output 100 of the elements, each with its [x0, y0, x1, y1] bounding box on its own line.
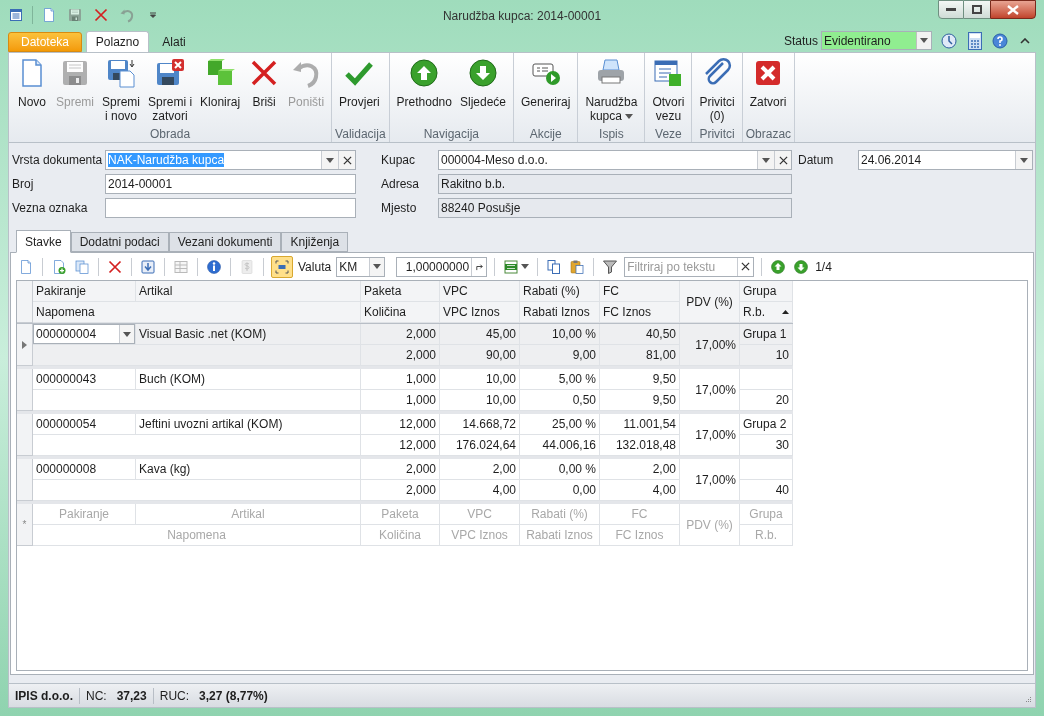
ribbon-button[interactable]: Otvori vezu — [648, 57, 689, 123]
table-cell: Visual Basic .net (KOM) — [136, 324, 361, 345]
ribbon-button[interactable]: Spremi i zatvori — [144, 57, 197, 123]
toolbar-button[interactable] — [502, 257, 531, 276]
column-header[interactable]: Rabati (%) — [520, 281, 600, 302]
table-icon — [173, 258, 189, 275]
column-header[interactable]: Grupa — [740, 281, 793, 302]
column-header[interactable]: Napomena — [33, 302, 361, 323]
table-cell: 000000054 — [33, 414, 136, 435]
group-label: Akcije — [529, 127, 562, 141]
ribbon-button[interactable]: Briši — [244, 57, 285, 109]
table-cell: 12,000 — [361, 435, 440, 456]
ribbon-button[interactable]: Sljedeće — [456, 57, 510, 109]
caret-icon — [373, 264, 382, 269]
column-header[interactable]: VPC Iznos — [440, 302, 520, 323]
ribbon-tab[interactable]: Polazno — [86, 31, 149, 52]
clipboard-icon — [569, 258, 586, 275]
toolbar-button[interactable] — [792, 257, 811, 276]
rate-field[interactable]: 1,00000000 — [396, 256, 488, 277]
column-header[interactable]: Rabati Iznos — [520, 302, 600, 323]
column-header[interactable]: VPC — [440, 281, 520, 302]
input-field[interactable]: 000004-Meso d.o.o. — [438, 150, 792, 170]
toolbar-button[interactable] — [769, 257, 788, 276]
column-header[interactable]: R.b. — [740, 302, 793, 323]
column-header[interactable]: Artikal — [136, 281, 361, 302]
table-row[interactable]: 000000008 Kava (kg) 2,000 2,000 2,00 4,00 0,00 % 0,00 2,00 4,00 17,00% 40 — [17, 459, 793, 504]
clock-button[interactable] — [941, 32, 957, 49]
column-header[interactable]: Paketa — [361, 281, 440, 302]
ribbon-button[interactable]: Narudžba kupca — [581, 57, 642, 123]
ribbon-button[interactable]: Zatvori — [745, 57, 791, 109]
help-button[interactable] — [992, 32, 1008, 49]
toolbar-button[interactable] — [205, 257, 223, 276]
input-field[interactable]: 2014-00001 — [105, 174, 356, 194]
content-tab[interactable]: Stavke — [16, 230, 71, 253]
column-header[interactable]: Pakiranje — [33, 281, 136, 302]
currency-dropdown[interactable]: KM — [336, 256, 386, 277]
content-tab[interactable]: Vezani dokumenti — [168, 232, 282, 252]
toolbar-button[interactable] — [139, 257, 157, 276]
maximize-icon — [972, 5, 982, 14]
collapse-ribbon-button[interactable] — [1020, 37, 1030, 44]
ribbon-button[interactable]: Privitci (0) — [695, 57, 739, 123]
page-icon — [18, 258, 34, 275]
table-cell: Buch (KOM) — [136, 369, 361, 390]
table-cell: 132.018,48 — [600, 435, 680, 456]
status-label: Status — [783, 32, 818, 50]
table-cell: 10,00 — [440, 369, 520, 390]
table-cell: 45,00 — [440, 324, 520, 345]
toolbar-label: Valuta — [298, 258, 332, 276]
calculator-button[interactable] — [968, 31, 982, 50]
row-selector[interactable] — [17, 324, 33, 366]
toolbar-button[interactable] — [601, 257, 620, 276]
ribbon-button[interactable]: Novo — [12, 57, 52, 109]
column-header[interactable]: FC Iznos — [600, 302, 680, 323]
column-header[interactable]: Količina — [361, 302, 440, 323]
placeholder-cell: Rabati Iznos — [520, 525, 600, 546]
page-icon — [41, 7, 57, 23]
close-button[interactable] — [990, 0, 1036, 19]
field-label: Datum — [798, 152, 835, 169]
caret-icon — [521, 264, 530, 269]
maximize-button[interactable] — [964, 0, 990, 19]
column-header[interactable]: PDV (%) — [680, 281, 740, 323]
column-header[interactable]: FC — [600, 281, 680, 302]
table-cell: 90,00 — [440, 345, 520, 366]
status-value: 37,23 — [116, 687, 147, 705]
input-field[interactable]: 24.06.2014 — [858, 150, 1033, 170]
table-cell: 10,00 — [440, 390, 520, 411]
table-cell: 2,000 — [361, 480, 440, 501]
table-cell: Kava (kg) — [136, 459, 361, 480]
window-title: Narudžba kupca: 2014-00001 — [442, 9, 602, 23]
placeholder-cell: FC Iznos — [600, 525, 680, 546]
content-tab[interactable]: Knjiženja — [281, 232, 349, 252]
row-indicator-icon — [22, 340, 27, 349]
content-tab[interactable]: Dodatni podaci — [70, 232, 169, 252]
table-cell: 2,000 — [361, 459, 440, 480]
table-cell: 25,00 % — [520, 414, 600, 435]
minimize-button[interactable] — [938, 0, 964, 19]
table-cell: 1,000 — [361, 390, 440, 411]
placeholder-cell: Napomena — [33, 525, 361, 546]
ribbon-tab[interactable]: Alati — [153, 32, 195, 52]
ribbon-button[interactable]: Generiraj — [517, 57, 575, 109]
table-cell: 9,50 — [600, 369, 680, 390]
group-label: Ispis — [599, 127, 624, 141]
toolbar-button[interactable] — [271, 255, 293, 278]
input-field[interactable] — [105, 198, 356, 218]
floppy-icon — [67, 7, 83, 23]
placeholder-cell: Artikal — [136, 504, 361, 525]
field-label: Adresa — [381, 176, 421, 193]
field-label: Mjesto — [381, 200, 418, 217]
table-cell: 12,000 — [361, 414, 440, 435]
ribbon-button[interactable]: Prethodno — [392, 57, 456, 109]
ribbon-button[interactable]: Provjeri — [335, 57, 384, 109]
clock-icon — [941, 32, 957, 49]
table-row[interactable]: 000000043 Buch (KOM) 1,000 1,000 10,00 10,00 5,00 % 0,50 9,50 9,50 17,00% 20 — [17, 369, 793, 414]
status-label: NC: — [86, 687, 107, 705]
item-dropdown[interactable]: 000000004 — [33, 324, 135, 344]
filter-field[interactable]: Filtriraj po tekstu — [624, 256, 755, 277]
refresh-icon — [474, 262, 484, 271]
ribbon-button[interactable]: Spremi i novo — [98, 57, 145, 123]
status-dropdown[interactable]: Evidentirano — [821, 31, 932, 50]
ribbon-button[interactable]: Kloniraj — [196, 57, 245, 109]
